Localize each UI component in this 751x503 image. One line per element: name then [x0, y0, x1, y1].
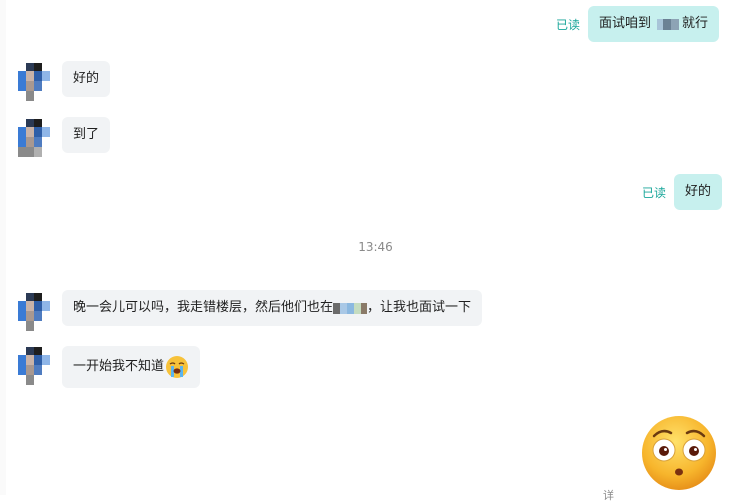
redacted-location [333, 302, 368, 314]
read-status: 已读 [642, 185, 667, 200]
message-outgoing-1: 已读 面试咱到 就行 [556, 6, 720, 42]
message-bubble[interactable]: 好的 [62, 61, 111, 97]
partial-label: 详 [603, 489, 614, 502]
avatar[interactable] [18, 63, 50, 101]
message-bubble[interactable]: 一开始我不知道 [62, 346, 201, 388]
message-outgoing-2: 已读 好的 [642, 174, 723, 210]
flushed-face-sticker-icon[interactable] [640, 414, 718, 492]
message-bubble[interactable]: 到了 [62, 117, 111, 153]
message-incoming-2: 到了 [62, 117, 111, 153]
crying-emoji-icon [166, 356, 189, 378]
message-incoming-4: 一开始我不知道 [62, 346, 201, 388]
message-incoming-1: 好的 [62, 61, 111, 97]
message-bubble[interactable]: 面试咱到 就行 [588, 6, 720, 42]
avatar[interactable] [18, 119, 50, 157]
message-incoming-3: 晚一会儿可以吗，我走错楼层，然后他们也在 ，让我也面试一下 [62, 290, 483, 326]
message-bubble[interactable]: 好的 [674, 174, 723, 210]
timestamp: 13:46 [358, 240, 393, 254]
read-status: 已读 [556, 17, 581, 32]
redacted-location [657, 18, 680, 30]
avatar[interactable] [18, 293, 50, 331]
avatar[interactable] [18, 347, 50, 385]
message-bubble[interactable]: 晚一会儿可以吗，我走错楼层，然后他们也在 ，让我也面试一下 [62, 290, 483, 326]
